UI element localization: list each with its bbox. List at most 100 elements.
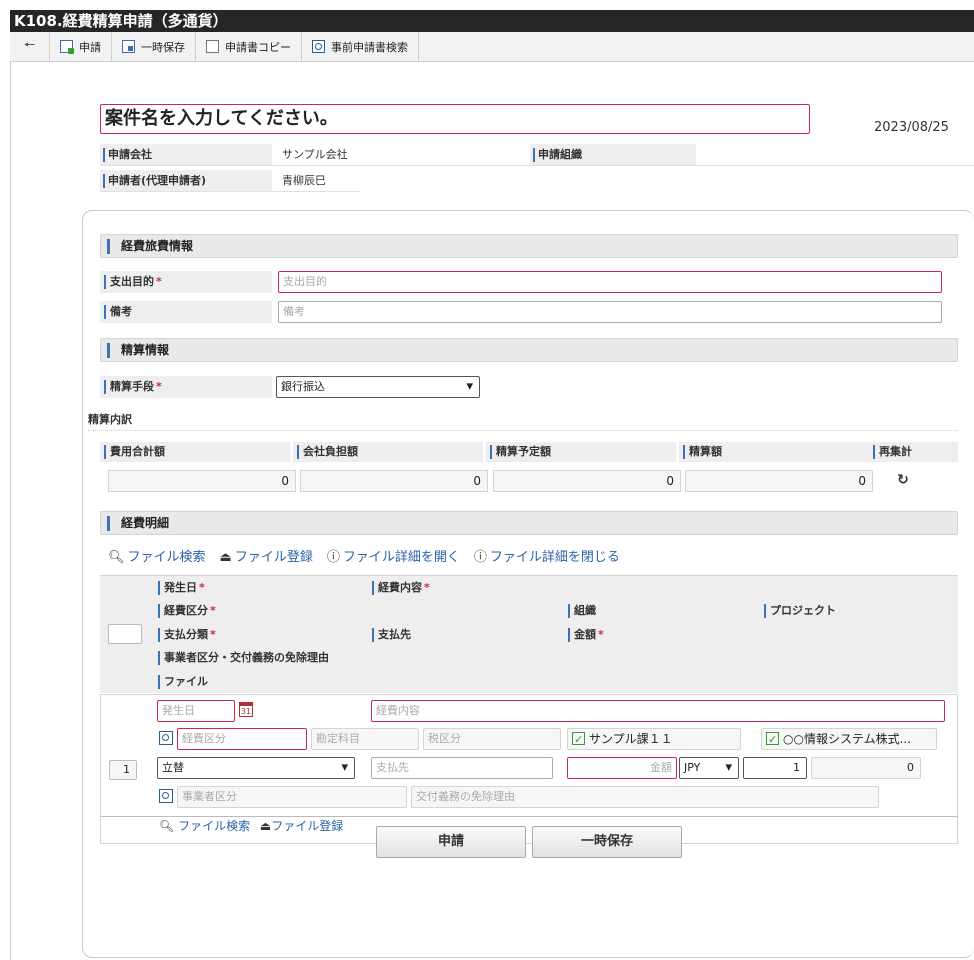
applicant-value: 青柳辰巳 (282, 174, 326, 187)
header-row-company: 申請会社 サンプル会社 申請組織 (100, 144, 974, 166)
sum-company-header: 会社負担額 (293, 442, 483, 462)
pre-search-toolbar-button[interactable]: 事前申請書検索 (302, 31, 419, 62)
biz-search-icon[interactable] (159, 789, 173, 803)
temp-save-button[interactable]: 一時保存 (532, 826, 682, 858)
col-biz: 事業者区分・交付義務の免除理由 (156, 649, 329, 667)
note-row: 備考 備考 (100, 301, 958, 323)
col-content: 経費内容 * (370, 579, 430, 597)
settlement-section-header: 精算情報 (100, 338, 958, 362)
detail-section-header: 経費明細 (100, 511, 958, 535)
sum-settle-header: 精算額 (679, 442, 869, 462)
magnifier-icon: 🔍︎ (159, 819, 175, 833)
upload-icon: ⏏ (259, 819, 272, 833)
temp-save-toolbar-label: 一時保存 (141, 40, 185, 54)
col-file: ファイル (156, 673, 208, 691)
application-date: 2023/08/25 (874, 120, 949, 135)
checkbox-checked-icon[interactable] (766, 730, 779, 749)
copy-icon (206, 40, 219, 53)
save-icon (122, 40, 135, 53)
copy-toolbar-button[interactable]: 申請書コピー (196, 31, 302, 62)
project-field[interactable]: ○○情報システム株式... (761, 728, 937, 750)
info-icon: ⓘ (326, 550, 340, 565)
info-icon: ⓘ (473, 550, 487, 565)
payee-input[interactable]: 支払先 (371, 757, 553, 779)
temp-save-toolbar-button[interactable]: 一時保存 (112, 31, 196, 62)
col-paytype: 支払分類 * (156, 626, 216, 644)
sum-settle-value: 0 (685, 470, 873, 492)
magnifier-icon: 🔍︎ (108, 550, 125, 565)
col-date: 発生日 * (156, 579, 205, 597)
detail-grid-header: 発生日 * 経費内容 * 経費区分 * 組織 プロジェクト 支払分類 * 支払先 金額 *… (100, 575, 958, 693)
exempt-input: 交付義務の免除理由 (411, 786, 879, 808)
row-number[interactable]: 1 (109, 760, 137, 780)
left-border (10, 62, 11, 960)
col-project: プロジェクト (762, 602, 836, 620)
category-input[interactable]: 経費区分 (177, 728, 307, 750)
sum-total-header: 費用合計額 (100, 442, 290, 462)
category-search-icon[interactable] (159, 731, 173, 745)
toolbar: 🠔 申請 一時保存 申請書コピー 事前申請書検索 (10, 31, 974, 62)
org-label: 申請組織 (530, 144, 696, 165)
subject-input[interactable]: 案件名を入力してください。 (100, 104, 810, 134)
purpose-input[interactable]: 支出目的 (278, 271, 942, 293)
select-all-checkbox[interactable] (108, 624, 142, 644)
apply-toolbar-button[interactable]: 申請 (50, 31, 112, 62)
currency-select[interactable]: JPY (679, 757, 739, 779)
note-input[interactable]: 備考 (278, 301, 942, 323)
method-row: 精算手段 * 銀行振込 (100, 376, 958, 398)
sum-company-value: 0 (300, 470, 488, 492)
checkbox-checked-icon[interactable] (572, 730, 585, 750)
file-register-link[interactable]: ⏏ ファイル登録 (220, 546, 313, 565)
apply-icon (60, 40, 74, 54)
org-value (696, 144, 706, 165)
refresh-icon[interactable]: ↻ (894, 471, 912, 489)
header-row-applicant: 申請者(代理申請者) 青柳辰巳 (100, 170, 360, 192)
row-file-actions: 🔍︎ ファイル検索 ⏏ファイル登録 (159, 817, 343, 834)
breakdown-title: 精算内訳 (88, 413, 132, 426)
sum-recalc-header: 再集計 (869, 442, 958, 462)
file-detail-open-link[interactable]: ⓘ ファイル詳細を開く (327, 546, 460, 565)
file-search-link[interactable]: 🔍︎ ファイル検索 (108, 546, 206, 565)
travel-section-header: 経費旅費情報 (100, 234, 958, 258)
col-category: 経費区分 * (156, 602, 216, 620)
date-input[interactable]: 発生日 (157, 700, 235, 722)
copy-toolbar-label: 申請書コピー (225, 40, 291, 54)
row-file-search-link[interactable]: 🔍︎ ファイル検索 (159, 819, 250, 833)
row-file-register-link[interactable]: ⏏ファイル登録 (260, 819, 343, 833)
col-amount: 金額 * (566, 626, 604, 644)
rate-input[interactable]: 1 (743, 757, 807, 779)
calendar-icon[interactable]: 31 (239, 702, 253, 717)
pre-search-toolbar-label: 事前申請書検索 (331, 40, 408, 54)
search-document-icon (312, 40, 325, 53)
purpose-row: 支出目的 * 支出目的 (100, 271, 958, 293)
window-title: K108.経費精算申請（多通貨） (10, 10, 974, 32)
purpose-label: 支出目的 * (100, 271, 272, 293)
account-input: 勘定科目 (311, 728, 419, 750)
content-input[interactable]: 経費内容 (371, 700, 945, 722)
upload-icon: ⏏ (219, 550, 232, 565)
paytype-select[interactable]: 立替 (157, 757, 355, 779)
sum-planned-header: 精算予定額 (486, 442, 676, 462)
file-detail-close-link[interactable]: ⓘ ファイル詳細を閉じる (474, 546, 620, 565)
detail-row: 1 発生日 31 経費内容 経費区分 勘定科目 税区分 サンプル課１１ ○○情報… (100, 694, 958, 844)
tax-input: 税区分 (423, 728, 561, 750)
biz-input: 事業者区分 (177, 786, 407, 808)
divider (88, 430, 958, 431)
converted-amount: 0 (811, 757, 921, 779)
file-actions: 🔍︎ ファイル検索 ⏏ ファイル登録 ⓘ ファイル詳細を開く ⓘ ファイル詳細を閉じる (108, 546, 620, 565)
org-field[interactable]: サンプル課１１ (567, 728, 741, 750)
col-payee: 支払先 (370, 626, 411, 644)
amount-input[interactable]: 金額 (567, 757, 677, 779)
sum-planned-value: 0 (493, 470, 681, 492)
apply-button[interactable]: 申請 (376, 826, 526, 858)
company-label: 申請会社 (100, 144, 272, 165)
back-button[interactable]: 🠔 (10, 31, 50, 62)
back-arrow-icon: 🠔 (23, 37, 36, 53)
col-org: 組織 (566, 602, 596, 620)
method-label: 精算手段 * (100, 376, 272, 398)
company-value: サンプル会社 (282, 148, 348, 161)
footer-divider (100, 816, 958, 817)
note-label: 備考 (100, 301, 272, 323)
method-select[interactable]: 銀行振込 (276, 376, 480, 398)
applicant-label: 申請者(代理申請者) (100, 170, 272, 191)
